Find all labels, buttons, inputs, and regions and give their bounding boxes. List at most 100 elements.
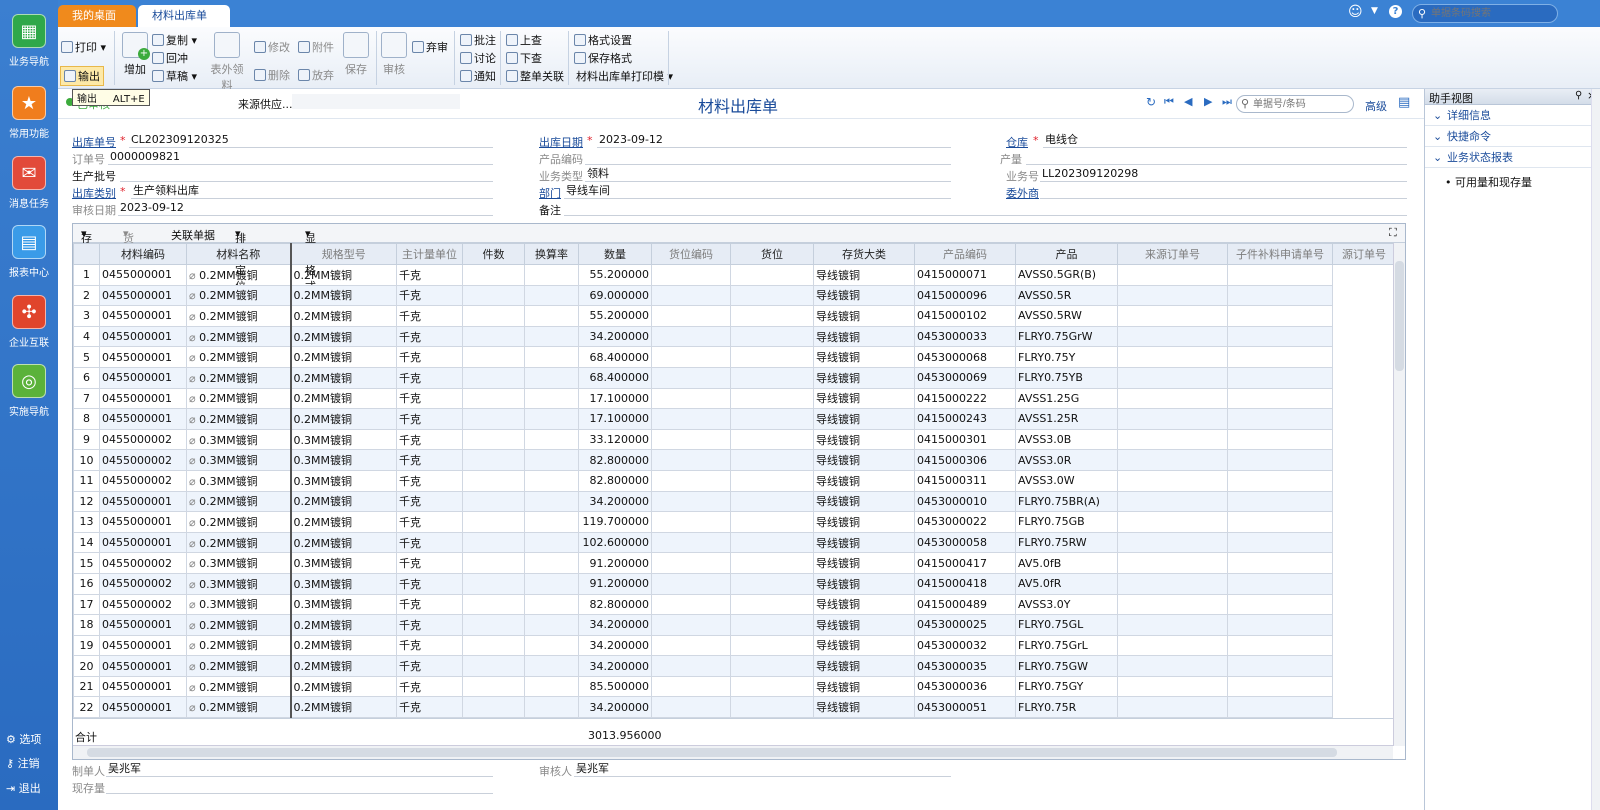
table-cell[interactable]: 0415000243 bbox=[914, 408, 1016, 430]
table-cell[interactable]: 0.2MM镀铜 bbox=[289, 675, 397, 698]
table-cell[interactable] bbox=[524, 655, 579, 677]
table-cell[interactable]: 导线镀铜 bbox=[813, 696, 915, 719]
column-header[interactable]: 来源订单号 bbox=[1117, 243, 1228, 265]
table-cell[interactable] bbox=[1117, 675, 1228, 698]
table-cell[interactable] bbox=[1117, 449, 1228, 471]
table-cell[interactable]: 导线镀铜 bbox=[813, 614, 915, 636]
table-cell[interactable]: 导线镀铜 bbox=[813, 634, 915, 657]
table-cell[interactable] bbox=[524, 511, 579, 533]
table-cell[interactable] bbox=[1117, 614, 1228, 636]
panel-status-report[interactable]: ⌄ 业务状态报表 bbox=[1425, 148, 1595, 168]
table-cell[interactable]: 导线镀铜 bbox=[813, 325, 915, 348]
nav-messages[interactable]: ✉ 消息任务 bbox=[0, 156, 58, 210]
table-cell[interactable] bbox=[1117, 511, 1228, 533]
table-cell[interactable]: FLRY0.75GrW bbox=[1015, 325, 1118, 348]
table-cell[interactable] bbox=[730, 264, 814, 286]
tab-material-out[interactable]: 材料出库单 × bbox=[138, 5, 230, 44]
table-cell[interactable] bbox=[1227, 614, 1333, 636]
table-cell[interactable]: 0415000306 bbox=[914, 449, 1016, 471]
table-cell[interactable] bbox=[462, 634, 525, 657]
table-cell[interactable] bbox=[524, 449, 579, 471]
table-cell[interactable]: FLRY0.75GL bbox=[1015, 614, 1118, 636]
table-cell[interactable]: 34.200000 bbox=[578, 634, 652, 657]
table-cell[interactable]: 0453000069 bbox=[914, 366, 1016, 389]
column-header[interactable]: 存货大类 bbox=[813, 243, 915, 265]
table-cell[interactable]: FLRY0.75Y bbox=[1015, 346, 1118, 368]
column-header[interactable]: 产品编码 bbox=[914, 243, 1016, 265]
table-cell[interactable] bbox=[730, 284, 814, 307]
sort-locate-button[interactable]: 排序定位 ▾ bbox=[235, 227, 246, 293]
table-cell[interactable]: 0455000001 bbox=[99, 531, 187, 554]
table-cell[interactable]: ⌀ 0.2MM镀铜 bbox=[186, 675, 291, 698]
table-cell[interactable]: 11 bbox=[73, 469, 100, 492]
table-cell[interactable]: 0.2MM镀铜 bbox=[289, 511, 397, 533]
table-cell[interactable] bbox=[1227, 634, 1333, 657]
table-cell[interactable]: ⌀ 0.2MM镀铜 bbox=[186, 614, 291, 636]
export-button[interactable]: 输出 bbox=[60, 66, 104, 86]
table-cell[interactable] bbox=[1227, 366, 1333, 389]
table-cell[interactable]: 千克 bbox=[396, 387, 463, 410]
column-header[interactable]: 子件补料申请单号 bbox=[1227, 243, 1333, 265]
table-cell[interactable]: 0.3MM镀铜 bbox=[289, 552, 397, 574]
table-cell[interactable] bbox=[651, 284, 731, 307]
table-cell[interactable] bbox=[462, 387, 525, 410]
batch-no-field[interactable] bbox=[120, 166, 493, 182]
warehouse-field[interactable]: 电线仓 bbox=[1043, 132, 1407, 148]
column-header[interactable]: 件数 bbox=[462, 243, 525, 265]
table-cell[interactable] bbox=[1117, 305, 1228, 327]
table-cell[interactable]: AV5.0fR bbox=[1015, 572, 1118, 595]
table-cell[interactable]: 20 bbox=[73, 655, 100, 677]
table-cell[interactable]: 0.3MM镀铜 bbox=[289, 449, 397, 471]
table-cell[interactable]: AV5.0fB bbox=[1015, 552, 1118, 574]
table-cell[interactable] bbox=[651, 449, 731, 471]
table-cell[interactable]: 0455000001 bbox=[99, 675, 187, 698]
out-date-field[interactable]: 2023-09-12 bbox=[597, 132, 951, 148]
table-cell[interactable]: AVSS3.0B bbox=[1015, 428, 1118, 451]
table-cell[interactable] bbox=[524, 552, 579, 574]
table-cell[interactable] bbox=[524, 366, 579, 389]
table-cell[interactable]: 4 bbox=[73, 325, 100, 348]
format-settings-button[interactable]: 格式设置 bbox=[574, 32, 632, 48]
table-cell[interactable]: 导线镀铜 bbox=[813, 511, 915, 533]
panel-scrollbar[interactable] bbox=[1591, 89, 1600, 810]
column-header[interactable]: 货位 bbox=[730, 243, 814, 265]
audit-date-field[interactable]: 2023-09-12 bbox=[118, 200, 493, 216]
table-cell[interactable] bbox=[651, 593, 731, 616]
business-no-field[interactable]: LL202309120298 bbox=[1040, 166, 1407, 182]
table-cell[interactable] bbox=[730, 408, 814, 430]
table-cell[interactable]: 千克 bbox=[396, 614, 463, 636]
table-cell[interactable]: ⌀ 0.2MM镀铜 bbox=[186, 408, 291, 430]
nav-options[interactable]: ⚙ 选项 bbox=[6, 731, 41, 747]
table-cell[interactable]: 68.400000 bbox=[578, 366, 652, 389]
outside-material-button[interactable]: 表外领料 bbox=[206, 32, 248, 93]
table-cell[interactable] bbox=[1117, 572, 1228, 595]
table-cell[interactable] bbox=[524, 531, 579, 554]
panel-detail-info[interactable]: ⌄ 详细信息 bbox=[1425, 106, 1595, 126]
table-cell[interactable]: 导线镀铜 bbox=[813, 366, 915, 389]
table-cell[interactable]: 0455000001 bbox=[99, 490, 187, 513]
table-cell[interactable]: 0415000311 bbox=[914, 469, 1016, 492]
table-cell[interactable]: 2 bbox=[73, 284, 100, 307]
add-button[interactable]: + 增加 bbox=[120, 32, 150, 77]
table-cell[interactable]: 0.2MM镀铜 bbox=[289, 614, 397, 636]
table-cell[interactable]: 102.600000 bbox=[578, 531, 652, 554]
table-cell[interactable]: 0.2MM镀铜 bbox=[289, 634, 397, 657]
table-cell[interactable] bbox=[730, 346, 814, 368]
table-cell[interactable]: 119.700000 bbox=[578, 511, 652, 533]
table-row[interactable]: 1 0455000001 ⌀ 0.2MM镀铜 0.2MM镀铜 千克 55.200000 导线… bbox=[73, 264, 1396, 286]
table-cell[interactable]: 16 bbox=[73, 572, 100, 595]
table-cell[interactable] bbox=[1227, 593, 1333, 616]
table-cell[interactable]: ⌀ 0.2MM镀铜 bbox=[186, 325, 291, 348]
table-cell[interactable]: 导线镀铜 bbox=[813, 469, 915, 492]
table-cell[interactable]: 千克 bbox=[396, 325, 463, 348]
table-cell[interactable] bbox=[651, 387, 731, 410]
table-cell[interactable] bbox=[1117, 264, 1228, 286]
out-category-field[interactable]: 生产领料出库 bbox=[131, 183, 493, 199]
barcode-search-input[interactable] bbox=[1431, 6, 1539, 21]
table-cell[interactable]: 85.500000 bbox=[578, 675, 652, 698]
barcode-search[interactable]: ⚲ bbox=[1412, 4, 1558, 23]
table-cell[interactable] bbox=[1227, 428, 1333, 451]
table-cell[interactable]: 55.200000 bbox=[578, 264, 652, 286]
table-cell[interactable]: 0455000001 bbox=[99, 325, 187, 348]
table-cell[interactable]: 0455000001 bbox=[99, 346, 187, 368]
